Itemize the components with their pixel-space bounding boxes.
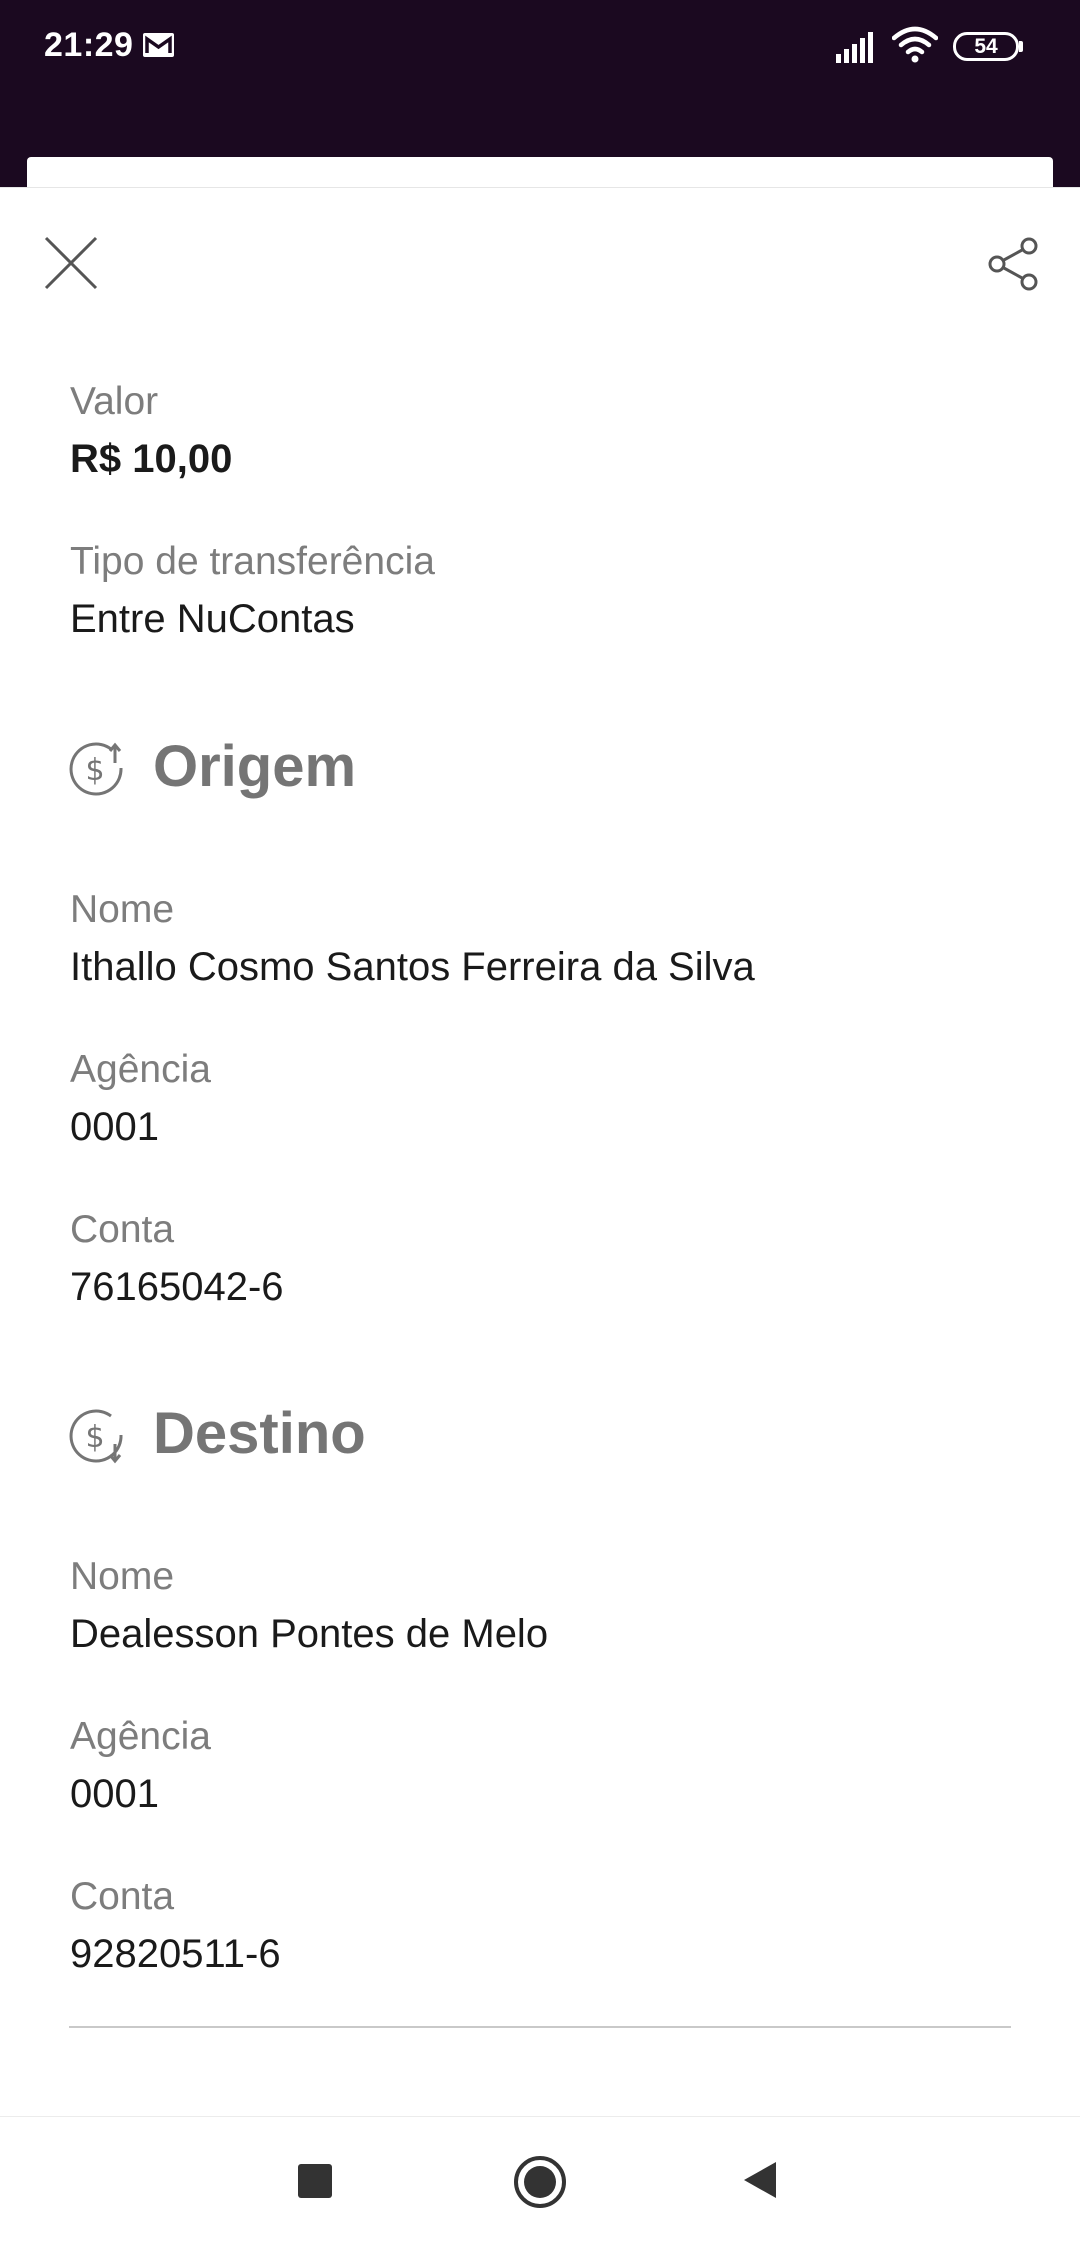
origin-agency-label: Agência	[70, 1048, 211, 1091]
origin-name-label: Nome	[70, 888, 175, 931]
destination-account-value: 92820511-6	[70, 1932, 281, 1976]
cell-signal-icon	[836, 30, 880, 69]
destination-account-label: Conta	[70, 1875, 175, 1918]
battery-indicator: 54	[953, 32, 1019, 61]
divider	[69, 2026, 1011, 2028]
destination-section-title: Destino	[153, 1401, 366, 1466]
money-out-icon: $	[68, 741, 126, 799]
back-icon[interactable]	[742, 2160, 778, 2200]
destination-agency-value: 0001	[70, 1772, 159, 1816]
close-icon[interactable]	[40, 232, 102, 294]
amount-label: Valor	[70, 380, 159, 423]
recent-apps-icon[interactable]	[298, 2164, 332, 2198]
origin-account-label: Conta	[70, 1208, 175, 1251]
money-in-icon: $	[68, 1408, 126, 1466]
origin-account-value: 76165042-6	[70, 1265, 284, 1309]
svg-text:$: $	[85, 1420, 104, 1455]
svg-text:$: $	[85, 753, 104, 788]
wifi-icon	[891, 26, 939, 69]
origin-agency-value: 0001	[70, 1105, 159, 1149]
destination-agency-label: Agência	[70, 1715, 211, 1758]
origin-section-title: Origem	[153, 734, 357, 799]
share-icon[interactable]	[986, 236, 1042, 292]
transfer-type-label: Tipo de transferência	[70, 540, 435, 583]
status-time: 21:29	[44, 26, 134, 64]
amount-value: R$ 10,00	[70, 437, 233, 481]
destination-name-label: Nome	[70, 1555, 175, 1598]
home-icon[interactable]	[512, 2154, 568, 2210]
destination-name-value: Dealesson Pontes de Melo	[70, 1612, 549, 1656]
gmail-icon	[143, 33, 174, 62]
origin-name-value: Ithallo Cosmo Santos Ferreira da Silva	[70, 945, 755, 989]
transfer-type-value: Entre NuContas	[70, 597, 355, 641]
battery-tip	[1019, 41, 1023, 52]
